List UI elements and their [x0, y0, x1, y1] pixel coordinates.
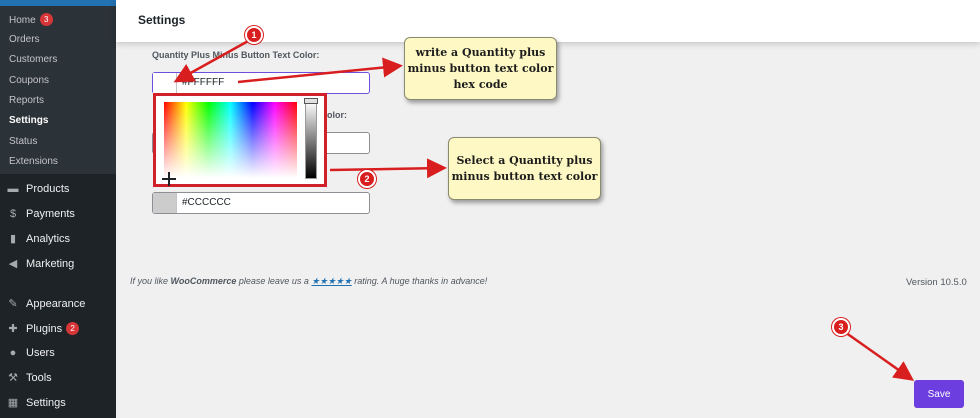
step-2-marker: 2 [358, 170, 376, 188]
menu-item-settings[interactable]: ▦ Settings [6, 395, 66, 411]
products-icon: ▬ [7, 183, 19, 195]
step-1-marker: 1 [245, 26, 263, 44]
analytics-icon: ▮ [9, 233, 17, 245]
color-picker-popup[interactable] [153, 93, 327, 187]
menu-item-plugins[interactable]: ✚ Plugins 2 [6, 321, 80, 337]
third-color-field[interactable]: #CCCCCC [152, 192, 370, 214]
appearance-icon: ✎ [8, 298, 18, 310]
lightness-slider[interactable] [305, 101, 317, 179]
menu-item-marketing[interactable]: ◀ Marketing [6, 256, 75, 272]
admin-sidebar: Home 3 Orders Customers Coupons Reports S… [0, 0, 116, 418]
submenu-item-extensions[interactable]: Extensions [9, 155, 58, 169]
tools-icon: ⚒ [8, 372, 18, 384]
third-color-swatch[interactable] [153, 193, 177, 213]
submenu-item-reports[interactable]: Reports [9, 94, 44, 108]
arrow-step3-to-save [841, 328, 915, 381]
menu-item-tools[interactable]: ⚒ Tools [6, 370, 52, 386]
submenu-item-status[interactable]: Status [9, 135, 37, 149]
version-text: Version 10.5.0 [906, 277, 967, 288]
arrow-picker-to-callout2 [329, 158, 447, 179]
settings-icon: ▦ [7, 397, 19, 409]
woocommerce-submenu: Home 3 Orders Customers Coupons Reports S… [0, 6, 116, 174]
menu-item-payments[interactable]: $ Payments [6, 206, 75, 222]
menu-item-appearance[interactable]: ✎ Appearance [6, 296, 85, 312]
plugins-count-badge: 2 [66, 322, 80, 335]
menu-item-users[interactable]: ● Users [6, 345, 55, 361]
menu-item-analytics[interactable]: ▮ Analytics [6, 231, 70, 247]
color-spectrum[interactable] [162, 102, 297, 186]
payments-icon: $ [9, 208, 17, 220]
home-count-badge: 3 [39, 13, 53, 26]
page-title: Settings [138, 13, 186, 27]
rating-stars-link[interactable]: ★★★★★ [311, 276, 351, 286]
lightness-slider-handle[interactable] [304, 98, 318, 104]
text-color-label: Quantity Plus Minus Button Text Color: [152, 50, 320, 60]
submenu-item-customers[interactable]: Customers [9, 53, 57, 67]
submenu-item-home[interactable]: Home 3 [9, 13, 53, 27]
menu-item-products[interactable]: ▬ Products [6, 181, 70, 197]
marketing-icon: ◀ [8, 258, 18, 270]
users-icon: ● [9, 347, 17, 359]
picker-crosshair[interactable] [162, 172, 176, 186]
plugins-icon: ✚ [8, 323, 18, 335]
text-color-field[interactable]: #FFFFFF [152, 72, 370, 94]
brand-name: WooCommerce [170, 276, 237, 286]
callout-hex-code: write a Quantity plus minus button text … [404, 37, 557, 100]
save-button[interactable]: Save [914, 380, 964, 408]
text-color-input[interactable]: #FFFFFF [182, 77, 224, 88]
rating-note: If you like WooCommerce please leave us … [130, 276, 488, 286]
callout-select-color: Select a Quantity plus minus button text… [448, 137, 601, 200]
third-color-input[interactable]: #CCCCCC [182, 197, 231, 208]
submenu-item-coupons[interactable]: Coupons [9, 74, 49, 88]
text-color-swatch[interactable] [153, 73, 177, 93]
second-color-label: olor: [327, 110, 347, 120]
submenu-item-orders[interactable]: Orders [9, 33, 40, 47]
submenu-item-settings[interactable]: Settings [9, 114, 48, 128]
step-3-marker: 3 [832, 318, 850, 336]
